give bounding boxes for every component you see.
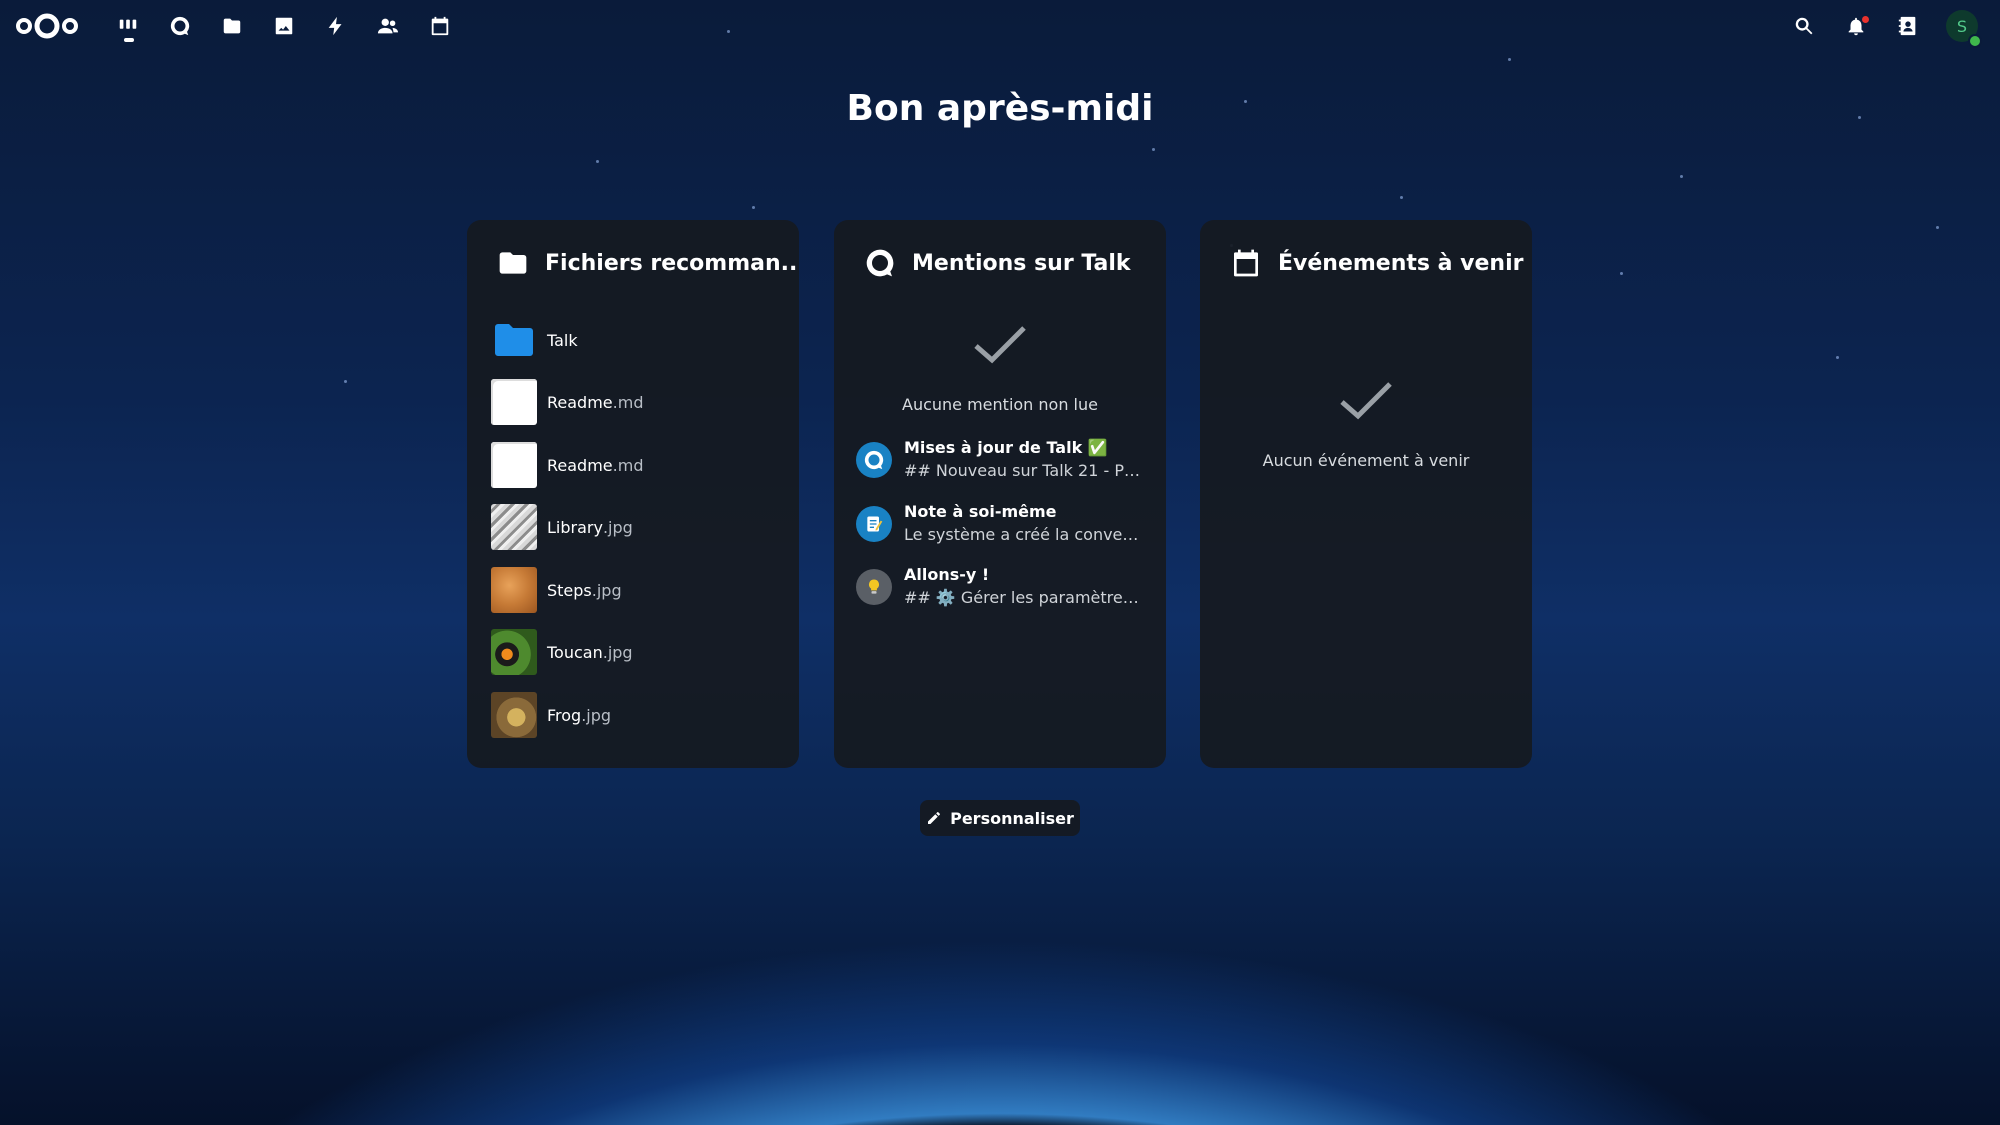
talk-mentions-panel: Mentions sur Talk Aucune mention non lue… (834, 220, 1166, 768)
mention-title: Mises à jour de Talk ✅ (904, 438, 1108, 457)
pencil-icon (928, 812, 941, 824)
files-icon[interactable] (218, 12, 246, 40)
lightbulb-icon (856, 569, 892, 605)
active-app-indicator (124, 38, 134, 42)
file-item[interactable]: Readme .md (491, 378, 781, 426)
file-item[interactable]: Library .jpg (491, 503, 781, 551)
file-name: Frog (547, 705, 582, 725)
file-extension: .md (612, 455, 644, 475)
checkmark-icon (1340, 382, 1392, 420)
calendar-icon (1234, 249, 1258, 277)
customize-label: Personnaliser (950, 808, 1074, 828)
calendar-icon[interactable] (426, 12, 454, 40)
upcoming-events-panel: Événements à venir Aucun événement à ven… (1200, 220, 1532, 768)
talk-icon (866, 249, 894, 277)
file-item[interactable]: Frog .jpg (491, 691, 781, 739)
empty-state-text: Aucune mention non lue (902, 395, 1098, 414)
file-name: Library (547, 517, 603, 537)
notification-badge (1862, 16, 1869, 23)
activity-icon[interactable] (322, 12, 350, 40)
mention-item[interactable]: Allons-y ! ## ⚙️ Gérer les paramètres de… (856, 563, 1146, 613)
file-item[interactable]: Talk (491, 316, 781, 364)
panel-title: Événements à venir (1278, 250, 1524, 276)
nextcloud-logo[interactable] (14, 10, 80, 42)
file-name: Readme (547, 392, 613, 412)
file-item[interactable]: Readme .md (491, 441, 781, 489)
empty-state-text: Aucun événement à venir (1262, 451, 1470, 470)
file-extension: .jpg (602, 517, 633, 537)
photos-icon[interactable] (270, 12, 298, 40)
folder-thumbnail-icon (495, 324, 533, 356)
mention-item[interactable]: Mises à jour de Talk ✅ ## Nouveau sur Ta… (856, 436, 1146, 486)
file-name: Toucan (547, 642, 603, 662)
image-thumbnail (491, 692, 537, 738)
image-thumbnail (491, 504, 537, 550)
file-name: Talk (547, 330, 578, 350)
customize-button[interactable]: Personnaliser (920, 800, 1080, 836)
talk-conversation-icon (856, 442, 892, 478)
contacts-menu-icon[interactable] (1894, 12, 1922, 40)
mention-subtitle: Le système a créé la conversati... (904, 525, 1144, 544)
talk-icon[interactable] (166, 12, 194, 40)
file-item[interactable]: Toucan .jpg (491, 628, 781, 676)
image-thumbnail (491, 629, 537, 675)
file-extension: .jpg (581, 705, 612, 725)
online-status-icon (1968, 34, 1982, 48)
file-name: Readme (547, 455, 613, 475)
file-item[interactable]: Steps .jpg (491, 566, 781, 614)
panel-header: Fichiers recomman... (497, 246, 799, 280)
mention-title: Allons-y ! (904, 565, 990, 584)
greeting-title: Bon après-midi (846, 88, 1154, 129)
image-thumbnail (491, 567, 537, 613)
file-extension: .md (612, 392, 644, 412)
contacts-icon[interactable] (374, 12, 402, 40)
checkmark-icon (974, 326, 1026, 364)
memo-icon (856, 506, 892, 542)
mention-item[interactable]: Note à soi-même Le système a créé la con… (856, 500, 1146, 550)
file-name: Steps (547, 580, 592, 600)
recommended-files-panel: Fichiers recomman... Talk Readme .md Read… (467, 220, 799, 768)
mention-subtitle: ## Nouveau sur Talk 21 - Planif... (904, 461, 1144, 480)
dashboard-icon[interactable] (114, 12, 142, 40)
document-thumbnail (491, 379, 537, 425)
panel-title: Mentions sur Talk (912, 250, 1131, 276)
search-icon[interactable] (1790, 12, 1818, 40)
file-extension: .jpg (602, 642, 633, 662)
top-bar: S (0, 0, 2000, 52)
document-thumbnail (491, 442, 537, 488)
mention-title: Note à soi-même (904, 502, 1057, 521)
file-extension: .jpg (591, 580, 622, 600)
panel-header: Mentions sur Talk (864, 246, 1131, 280)
panel-header: Événements à venir (1230, 246, 1523, 280)
mention-subtitle: ## ⚙️ Gérer les paramètres de ... (904, 588, 1144, 607)
folder-icon (499, 252, 527, 274)
panel-title: Fichiers recomman... (545, 250, 799, 276)
